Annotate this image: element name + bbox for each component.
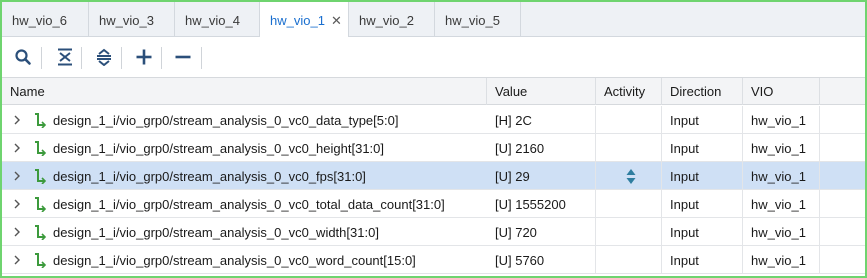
tab-bar: hw_vio_6 hw_vio_3 hw_vio_4 hw_vio_1 ✕ hw_… <box>2 2 865 38</box>
tab-label: hw_vio_4 <box>185 13 240 28</box>
table-header: Name Value Activity Direction VIO <box>2 77 865 105</box>
probe-activity <box>596 218 662 245</box>
probe-direction: Input <box>662 106 743 133</box>
probe-vio: hw_vio_1 <box>743 134 820 161</box>
table-row[interactable]: design_1_i/vio_grp0/stream_analysis_0_vc… <box>2 190 865 218</box>
column-header-name[interactable]: Name <box>2 78 487 105</box>
probe-value[interactable]: [U] 720 <box>487 218 596 245</box>
signal-probe-icon <box>35 225 47 240</box>
toolbar-divider <box>41 47 42 69</box>
probe-activity <box>596 246 662 273</box>
column-header-vio[interactable]: VIO <box>743 78 820 105</box>
toolbar-divider <box>161 47 162 69</box>
tab-label: hw_vio_1 <box>270 13 325 28</box>
chevron-right-icon[interactable] <box>12 115 22 125</box>
collapse-all-icon <box>58 48 72 66</box>
probe-direction: Input <box>662 246 743 273</box>
probe-value[interactable]: [H] 2C <box>487 106 596 133</box>
probe-direction: Input <box>662 218 743 245</box>
probe-vio: hw_vio_1 <box>743 162 820 189</box>
close-icon[interactable]: ✕ <box>331 2 342 39</box>
chevron-right-icon[interactable] <box>12 255 22 265</box>
remove-button[interactable] <box>171 45 195 69</box>
chevron-right-icon[interactable] <box>12 199 22 209</box>
probe-name: design_1_i/vio_grp0/stream_analysis_0_vc… <box>53 141 384 156</box>
expand-all-icon <box>97 48 111 66</box>
probe-value[interactable]: [U] 2160 <box>487 134 596 161</box>
signal-probe-icon <box>35 113 47 128</box>
tab-hw-vio-1[interactable]: hw_vio_1 ✕ <box>260 2 349 38</box>
toolbar-divider <box>121 47 122 69</box>
toolbar <box>2 37 865 77</box>
tab-hw-vio-6[interactable]: hw_vio_6 <box>2 2 89 37</box>
probe-activity <box>596 134 662 161</box>
probe-direction: Input <box>662 134 743 161</box>
probe-vio: hw_vio_1 <box>743 190 820 217</box>
table-row[interactable]: design_1_i/vio_grp0/stream_analysis_0_vc… <box>2 134 865 162</box>
probe-name: design_1_i/vio_grp0/stream_analysis_0_vc… <box>53 197 445 212</box>
probe-name: design_1_i/vio_grp0/stream_analysis_0_vc… <box>53 253 416 268</box>
search-icon <box>15 49 31 65</box>
table-row-selected[interactable]: design_1_i/vio_grp0/stream_analysis_0_vc… <box>2 162 865 190</box>
signal-probe-icon <box>35 169 47 184</box>
vio-dashboard-window: hw_vio_6 hw_vio_3 hw_vio_4 hw_vio_1 ✕ hw_… <box>0 0 867 278</box>
probe-vio: hw_vio_1 <box>743 218 820 245</box>
add-icon <box>136 49 152 65</box>
tab-label: hw_vio_3 <box>99 13 154 28</box>
up-down-arrow-icon <box>626 169 636 184</box>
tab-hw-vio-4[interactable]: hw_vio_4 <box>175 2 260 37</box>
tab-label: hw_vio_5 <box>445 13 500 28</box>
table-row[interactable]: design_1_i/vio_grp0/stream_analysis_0_vc… <box>2 106 865 134</box>
toolbar-divider <box>201 47 202 69</box>
probe-activity <box>596 190 662 217</box>
probe-direction: Input <box>662 190 743 217</box>
signal-probe-icon <box>35 141 47 156</box>
tab-hw-vio-2[interactable]: hw_vio_2 <box>349 2 435 37</box>
probe-value[interactable]: [U] 29 <box>487 162 596 189</box>
probe-vio: hw_vio_1 <box>743 246 820 273</box>
probe-value[interactable]: [U] 1555200 <box>487 190 596 217</box>
remove-icon <box>175 55 191 59</box>
collapse-all-button[interactable] <box>53 45 77 69</box>
chevron-right-icon[interactable] <box>12 171 22 181</box>
table-row[interactable]: design_1_i/vio_grp0/stream_analysis_0_vc… <box>2 218 865 246</box>
column-header-value[interactable]: Value <box>487 78 596 105</box>
toolbar-divider <box>81 47 82 69</box>
signal-probe-icon <box>35 253 47 268</box>
chevron-right-icon[interactable] <box>12 143 22 153</box>
tab-hw-vio-3[interactable]: hw_vio_3 <box>89 2 175 37</box>
probe-direction: Input <box>662 162 743 189</box>
column-header-activity[interactable]: Activity <box>596 78 662 105</box>
column-header-direction[interactable]: Direction <box>662 78 743 105</box>
probe-activity <box>596 106 662 133</box>
probe-value[interactable]: [U] 5760 <box>487 246 596 273</box>
table-row[interactable]: design_1_i/vio_grp0/stream_analysis_0_vc… <box>2 246 865 274</box>
probe-name: design_1_i/vio_grp0/stream_analysis_0_vc… <box>53 113 399 128</box>
probe-vio: hw_vio_1 <box>743 106 820 133</box>
tab-label: hw_vio_2 <box>359 13 414 28</box>
search-button[interactable] <box>11 45 35 69</box>
probe-name: design_1_i/vio_grp0/stream_analysis_0_vc… <box>53 169 366 184</box>
tab-label: hw_vio_6 <box>12 13 67 28</box>
signal-probe-icon <box>35 197 47 212</box>
add-button[interactable] <box>132 45 156 69</box>
expand-all-button[interactable] <box>92 45 116 69</box>
chevron-right-icon[interactable] <box>12 227 22 237</box>
tab-hw-vio-5[interactable]: hw_vio_5 <box>435 2 521 37</box>
probe-name: design_1_i/vio_grp0/stream_analysis_0_vc… <box>53 225 379 240</box>
